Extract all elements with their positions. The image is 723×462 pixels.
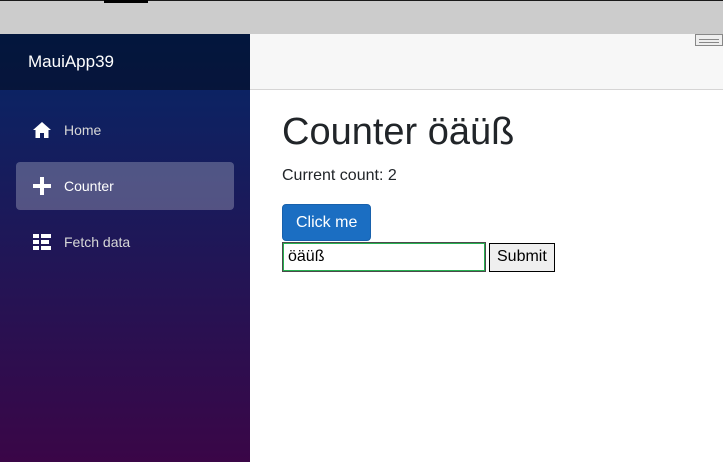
top-row bbox=[250, 34, 723, 90]
home-icon bbox=[32, 120, 52, 140]
list-icon bbox=[32, 232, 52, 252]
brand-link[interactable]: MauiApp39 bbox=[28, 52, 114, 72]
sidebar-item-label: Fetch data bbox=[64, 234, 131, 250]
sidebar-item-label: Home bbox=[64, 122, 102, 138]
nav-menu: Home Counter Fetch data bbox=[0, 90, 250, 266]
input-form: Submit bbox=[282, 242, 712, 272]
click-me-button[interactable]: Click me bbox=[282, 204, 372, 241]
text-input[interactable] bbox=[282, 242, 486, 272]
main-content: Counter öäüß Current count: 2 Click me S… bbox=[282, 90, 712, 272]
title-bar-mark bbox=[104, 0, 148, 3]
window-title-bar bbox=[0, 0, 723, 34]
sidebar: MauiApp39 Home Counter Fetch data bbox=[0, 34, 250, 462]
brand-bar: MauiApp39 bbox=[0, 34, 250, 90]
sidebar-item-fetch-data[interactable]: Fetch data bbox=[16, 218, 234, 266]
current-count-text: Current count: 2 bbox=[282, 167, 397, 184]
submit-button[interactable]: Submit bbox=[489, 242, 555, 272]
plus-icon bbox=[32, 176, 52, 196]
sidebar-item-counter[interactable]: Counter bbox=[16, 162, 234, 210]
menu-toggle-button[interactable] bbox=[695, 34, 723, 46]
page-title: Counter öäüß bbox=[282, 111, 515, 153]
sidebar-item-label: Counter bbox=[64, 178, 114, 194]
sidebar-item-home[interactable]: Home bbox=[16, 106, 234, 154]
